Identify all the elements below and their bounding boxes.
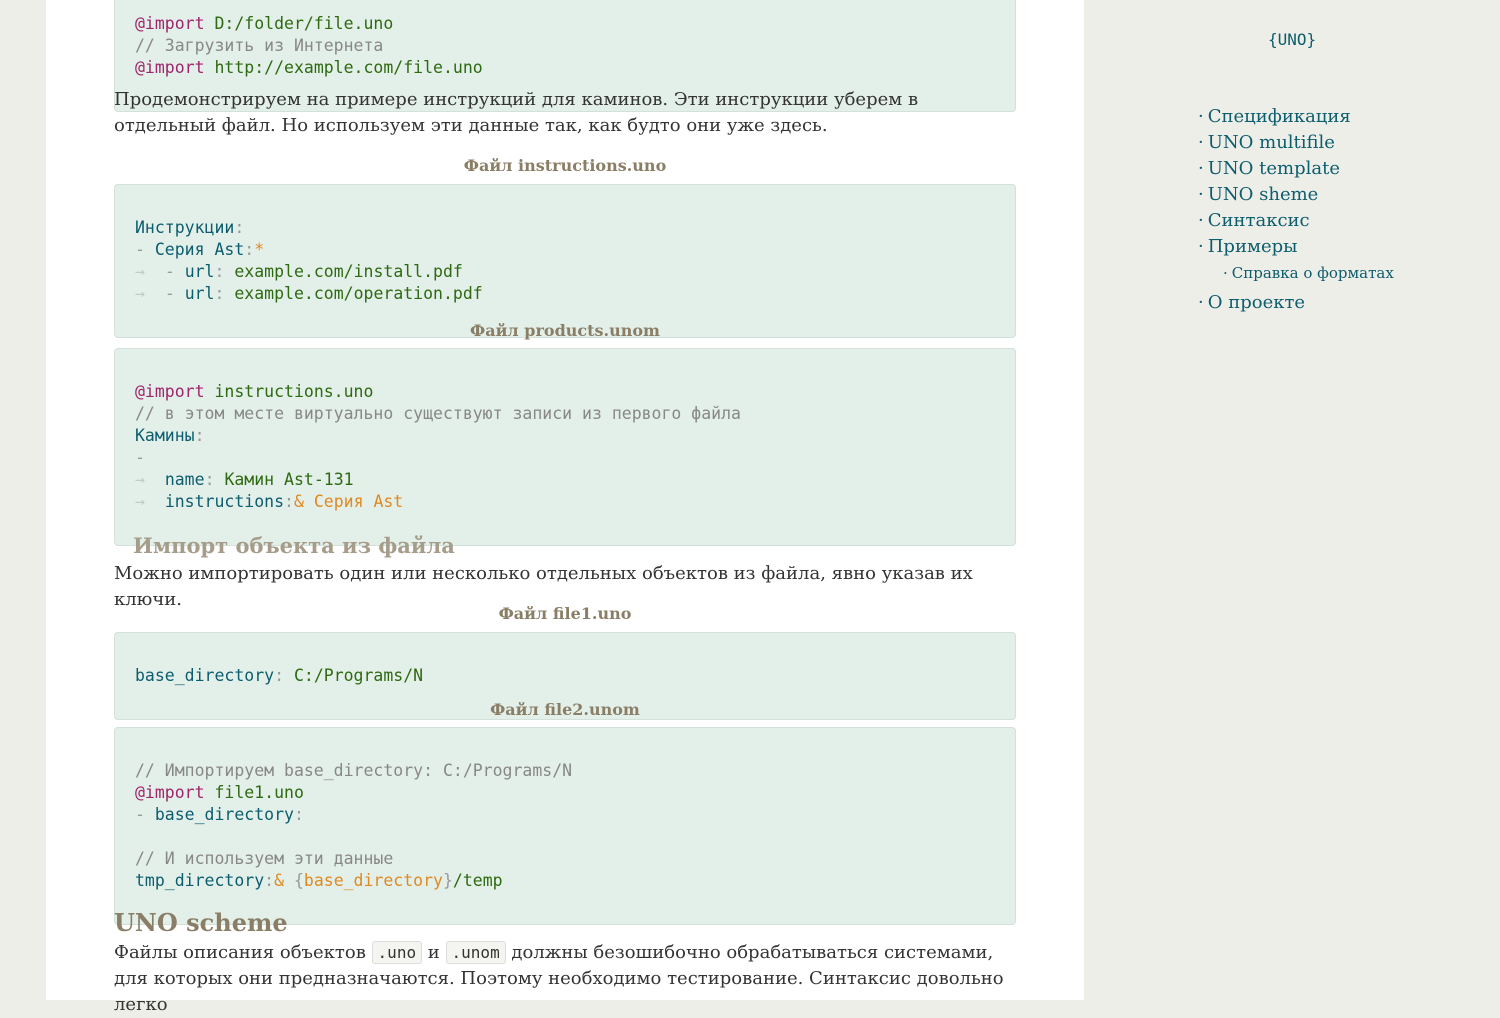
toc-item-about[interactable]: · О проекте — [1198, 290, 1394, 316]
toc-subitem-formats[interactable]: · Справка о форматах — [1198, 260, 1394, 286]
toc-item-multifile[interactable]: · UNO multifile — [1198, 130, 1394, 156]
toc-item-label[interactable]: UNO template — [1208, 158, 1340, 179]
toc-item-label[interactable]: О проекте — [1208, 292, 1305, 313]
code-key: Камины — [135, 426, 195, 445]
code-value: http://example.com/file.uno — [204, 58, 483, 77]
code-value: Камин Ast-131 — [224, 470, 354, 489]
toc-item-label[interactable]: Справка о форматах — [1232, 264, 1394, 282]
code-value: example.com/operation.pdf — [234, 284, 483, 303]
code-value: /temp — [452, 871, 503, 890]
code-key: Инструкции — [135, 218, 235, 237]
code-value: D:/folder/file.uno — [204, 14, 394, 33]
code-key: tmp_directory — [135, 871, 265, 890]
file-caption-file2: Файл file2.unom — [490, 700, 640, 719]
code-comment: // Загрузить из Интернета — [135, 36, 384, 55]
code-anchor: * — [254, 240, 265, 259]
code-keyword: @import — [135, 14, 205, 33]
toc-item-label[interactable]: UNO sheme — [1208, 184, 1319, 205]
code-value: example.com/install.pdf — [234, 262, 463, 281]
code-key: instructions — [164, 492, 285, 511]
paragraph-uno-scheme: Файлы описания объектов .uno и .unom дол… — [114, 940, 1019, 1018]
code-value: instructions.uno — [204, 382, 374, 401]
toc-item-label[interactable]: Спецификация — [1208, 106, 1351, 127]
code-key: base_directory — [135, 666, 275, 685]
code-keyword: @import — [135, 58, 205, 77]
file-caption-instructions: Файл instructions.uno — [463, 156, 667, 175]
site-logo[interactable]: {UNO} — [1268, 30, 1316, 49]
code-block-file2: // Импортируем base_directory: C:/Progra… — [114, 727, 1016, 925]
code-block-instructions: Инструкции: - Серия Ast:* → - url: example… — [114, 184, 1016, 338]
toc-item-label[interactable]: Примеры — [1208, 236, 1298, 257]
code-comment: // Импортируем base_directory: C:/Progra… — [135, 761, 573, 780]
code-key: base_directory — [154, 805, 294, 824]
toc-item-examples[interactable]: · Примеры — [1198, 234, 1394, 260]
code-keyword: @import — [135, 783, 205, 802]
file-caption-file1: Файл file1.uno — [498, 604, 632, 623]
code-key: Серия Ast — [154, 240, 245, 259]
inline-code-unom: .unom — [445, 941, 506, 964]
code-key: url — [184, 262, 215, 281]
heading-uno-scheme: UNO scheme — [114, 908, 288, 937]
toc-item-label[interactable]: UNO multifile — [1208, 132, 1335, 153]
code-value: file1.uno — [204, 783, 304, 802]
paragraph-instructions-intro: Продемонстрируем на примере инструкций д… — [114, 89, 919, 136]
paragraph-text: и — [422, 942, 446, 963]
code-key: url — [184, 284, 215, 303]
paragraph-text: Файлы описания объектов — [114, 942, 372, 963]
code-key: name — [164, 470, 205, 489]
heading-import-object: Импорт объекта из файла — [133, 533, 455, 558]
toc-item-syntax[interactable]: · Синтаксис — [1198, 208, 1394, 234]
code-reference: base_directory — [303, 871, 443, 890]
code-block-products: @import instructions.uno // в этом месте … — [114, 348, 1016, 546]
code-value: C:/Programs/N — [293, 666, 424, 685]
toc-item-sheme[interactable]: · UNO sheme — [1198, 182, 1394, 208]
toc-item-spec[interactable]: · Спецификация — [1198, 104, 1394, 130]
code-comment: // И используем эти данные — [135, 849, 394, 868]
toc-item-template[interactable]: · UNO template — [1198, 156, 1394, 182]
table-of-contents: · Спецификация · UNO multifile · UNO templa… — [1198, 104, 1394, 316]
file-caption-products: Файл products.unom — [470, 321, 660, 340]
toc-item-label[interactable]: Синтаксис — [1208, 210, 1310, 231]
code-anchor: & Серия Ast — [293, 492, 404, 511]
inline-code-uno: .uno — [371, 941, 423, 964]
code-anchor: & — [274, 871, 285, 890]
code-keyword: @import — [135, 382, 205, 401]
code-comment: // в этом месте виртуально существуют за… — [135, 404, 741, 423]
